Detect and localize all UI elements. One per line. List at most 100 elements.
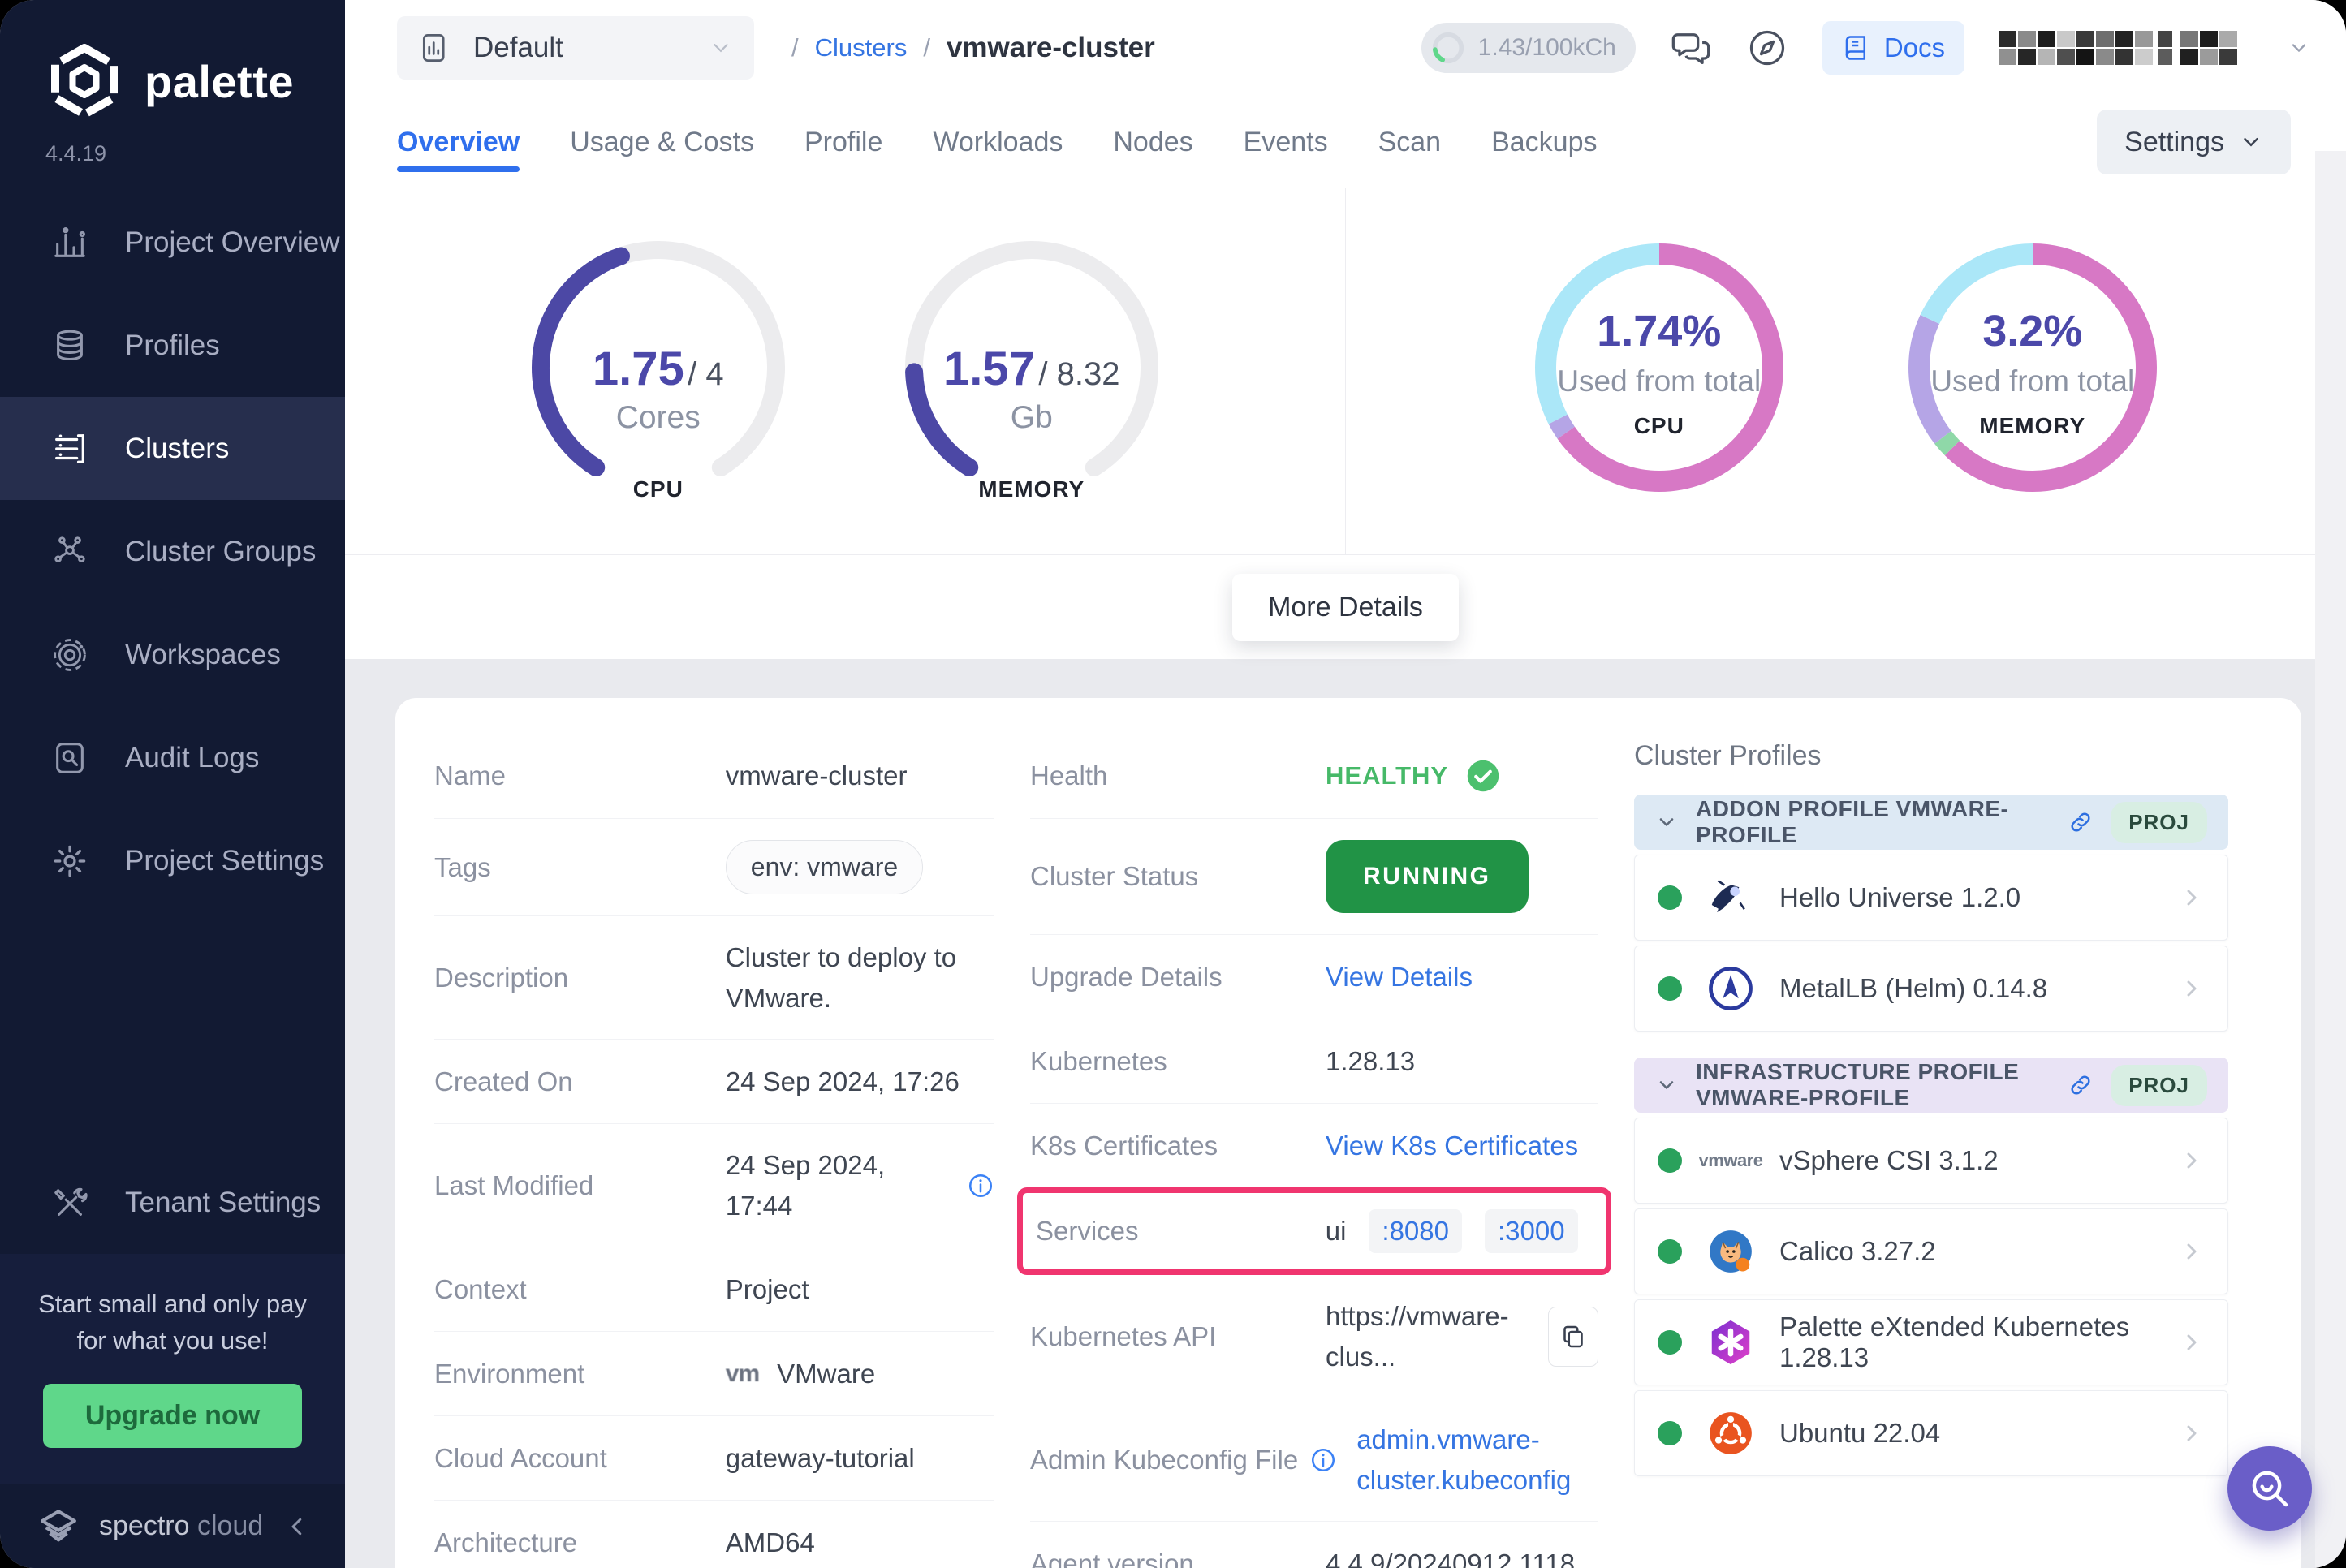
footer-brand: spectro cloud [99, 1510, 263, 1542]
vmware-logo: vm [726, 1360, 759, 1388]
sidebar: palette 4.4.19 Project Overview Profiles… [0, 0, 345, 1568]
brand-name: palette [144, 55, 294, 108]
layer-name: MetalLB (Helm) 0.14.8 [1779, 973, 2047, 1004]
tab-nodes[interactable]: Nodes [1113, 96, 1192, 188]
info-icon[interactable] [1309, 1446, 1337, 1474]
docs-button[interactable]: Docs [1822, 21, 1964, 75]
field-label: Health [1030, 760, 1326, 791]
usage-quota-pill[interactable]: 1.43/100kCh [1421, 23, 1636, 73]
tab-backups[interactable]: Backups [1491, 96, 1597, 188]
main-content: Default / Clusters / vmware-cluster [345, 0, 2346, 1568]
chat-icon[interactable] [1670, 27, 1712, 69]
kubeconfig-link[interactable]: admin.vmware-cluster.kubeconfig [1356, 1419, 1598, 1500]
kubernetes-api-url: https://vmware-clus... [1326, 1296, 1537, 1376]
sidebar-item-label: Clusters [125, 433, 229, 465]
field-label: Admin Kubeconfig File [1030, 1445, 1356, 1475]
chart-bars-icon [50, 223, 89, 262]
sidebar-item-project-overview[interactable]: Project Overview [0, 191, 345, 294]
project-selector-value: Default [473, 32, 563, 64]
search-help-fab[interactable] [2227, 1446, 2312, 1531]
field-label: Architecture [434, 1527, 726, 1558]
view-details-link[interactable]: View Details [1326, 962, 1473, 993]
detail-row-cloud-account: Cloud Accountgateway-tutorial [434, 1415, 994, 1500]
profile-layer-ubuntu-22-04[interactable]: Ubuntu 22.04 [1634, 1390, 2228, 1476]
field-label: Description [434, 963, 726, 993]
tab-workloads[interactable]: Workloads [933, 96, 1063, 188]
sidebar-item-workspaces[interactable]: Workspaces [0, 603, 345, 706]
profile-group-addon-profile-vmware-profile: ADDON PROFILE VMWARE-PROFILE PROJ Hello … [1634, 795, 2228, 1032]
field-label: Upgrade Details [1030, 962, 1326, 993]
sidebar-item-audit-logs[interactable]: Audit Logs [0, 706, 345, 809]
view-k8s-certificates-link[interactable]: View K8s Certificates [1326, 1131, 1578, 1161]
detail-row-services: Servicesui:8080:3000 [1017, 1187, 1611, 1275]
upgrade-now-button[interactable]: Upgrade now [43, 1384, 302, 1448]
profile-layer-hello-universe-1-2-0[interactable]: Hello Universe 1.2.0 [1634, 855, 2228, 941]
collapse-sidebar-icon[interactable] [285, 1514, 309, 1539]
chevron-right-icon [2179, 1420, 2205, 1446]
service-port-link[interactable]: :3000 [1485, 1209, 1578, 1253]
scrollbar-track[interactable] [2315, 151, 2346, 1568]
info-icon[interactable] [967, 1172, 994, 1200]
sidebar-item-clusters[interactable]: Clusters [0, 397, 345, 500]
sidebar-item-cluster-groups[interactable]: Cluster Groups [0, 500, 345, 603]
profile-group-header[interactable]: INFRASTRUCTURE PROFILE VMWARE-PROFILE PR… [1634, 1058, 2228, 1113]
topbar: Default / Clusters / vmware-cluster [345, 0, 2346, 96]
field-label: Cluster Status [1030, 861, 1326, 892]
gear-icon [50, 842, 89, 881]
chevron-right-icon [2179, 976, 2205, 1002]
chevron-down-icon [709, 36, 733, 60]
profile-layer-metallb-helm-0-14-8[interactable]: MetalLB (Helm) 0.14.8 [1634, 946, 2228, 1032]
status-dot [1658, 1330, 1682, 1355]
cpu-usage-donut: 1.74% Used from total CPU [1529, 238, 1789, 506]
layer-name: Palette eXtended Kubernetes 1.28.13 [1779, 1312, 2156, 1373]
field-label: Created On [434, 1066, 726, 1097]
breadcrumb: / Clusters / vmware-cluster [791, 32, 1155, 64]
breadcrumb-clusters-link[interactable]: Clusters [815, 33, 908, 62]
detail-row-last-modified: Last Modified24 Sep 2024, 17:44 [434, 1123, 994, 1247]
compass-icon[interactable] [1746, 27, 1788, 69]
more-details-button[interactable]: More Details [1232, 574, 1459, 641]
vmware-icon: vmware [1705, 1135, 1757, 1187]
detail-row-kubernetes-api: Kubernetes APIhttps://vmware-clus... [1030, 1275, 1598, 1398]
memory-gauge: 1.57 / 8.32 Gb MEMORY [902, 238, 1162, 506]
profile-layer-calico-3-27-2[interactable]: Calico 3.27.2 [1634, 1208, 2228, 1294]
layer-name: Hello Universe 1.2.0 [1779, 882, 2020, 913]
tab-overview[interactable]: Overview [397, 96, 520, 188]
upgrade-message-line2: for what you use! [29, 1323, 316, 1359]
settings-button[interactable]: Settings [2097, 110, 2291, 174]
chevron-right-icon [2179, 1329, 2205, 1355]
field-label: Last Modified [434, 1170, 726, 1201]
tab-events[interactable]: Events [1244, 96, 1328, 188]
profile-layer-palette-extended-kubernetes-1-28-13[interactable]: Palette eXtended Kubernetes 1.28.13 [1634, 1299, 2228, 1385]
profile-layer-vsphere-csi-3-1-2[interactable]: vmware vSphere CSI 3.1.2 [1634, 1118, 2228, 1204]
link-icon[interactable] [2068, 1073, 2093, 1097]
service-port-link[interactable]: :8080 [1369, 1209, 1462, 1253]
copy-button[interactable] [1548, 1307, 1598, 1367]
tab-scan[interactable]: Scan [1378, 96, 1442, 188]
docs-label: Docs [1884, 32, 1945, 63]
tab-profile[interactable]: Profile [804, 96, 882, 188]
link-icon[interactable] [2068, 810, 2093, 834]
detail-row-health: HealthHEALTHY [1030, 734, 1598, 818]
utilization-charts: 1.75 / 4 Cores CPU 1.57 / 8.32 Gb MEMORY [345, 188, 2346, 555]
sidebar-item-label: Audit Logs [125, 742, 259, 774]
chevron-right-icon [2179, 1148, 2205, 1174]
tab-usage-costs[interactable]: Usage & Costs [570, 96, 754, 188]
chevron-right-icon [2179, 885, 2205, 911]
node-graph-icon [50, 532, 89, 571]
sidebar-item-label: Tenant Settings [125, 1187, 321, 1219]
health-status: HEALTHY [1326, 761, 1448, 790]
tabs-bar: Overview Usage & Costs Profile Workloads Nod… [345, 96, 2346, 188]
breadcrumb-current: vmware-cluster [947, 32, 1155, 64]
scope-badge: PROJ [2111, 1065, 2207, 1106]
sidebar-item-tenant-settings[interactable]: Tenant Settings [0, 1151, 345, 1254]
chevron-down-icon [2288, 37, 2310, 59]
sidebar-item-profiles[interactable]: Profiles [0, 294, 345, 397]
field-label: Kubernetes API [1030, 1321, 1326, 1352]
usage-ring-icon [1430, 29, 1467, 67]
user-menu[interactable] [1999, 29, 2310, 67]
profile-group-header[interactable]: ADDON PROFILE VMWARE-PROFILE PROJ [1634, 795, 2228, 850]
detail-row-agent-version: Agent version4.4.9/20240912.1118 [1030, 1521, 1598, 1568]
sidebar-item-project-settings[interactable]: Project Settings [0, 809, 345, 912]
project-selector-dropdown[interactable]: Default [397, 16, 754, 80]
